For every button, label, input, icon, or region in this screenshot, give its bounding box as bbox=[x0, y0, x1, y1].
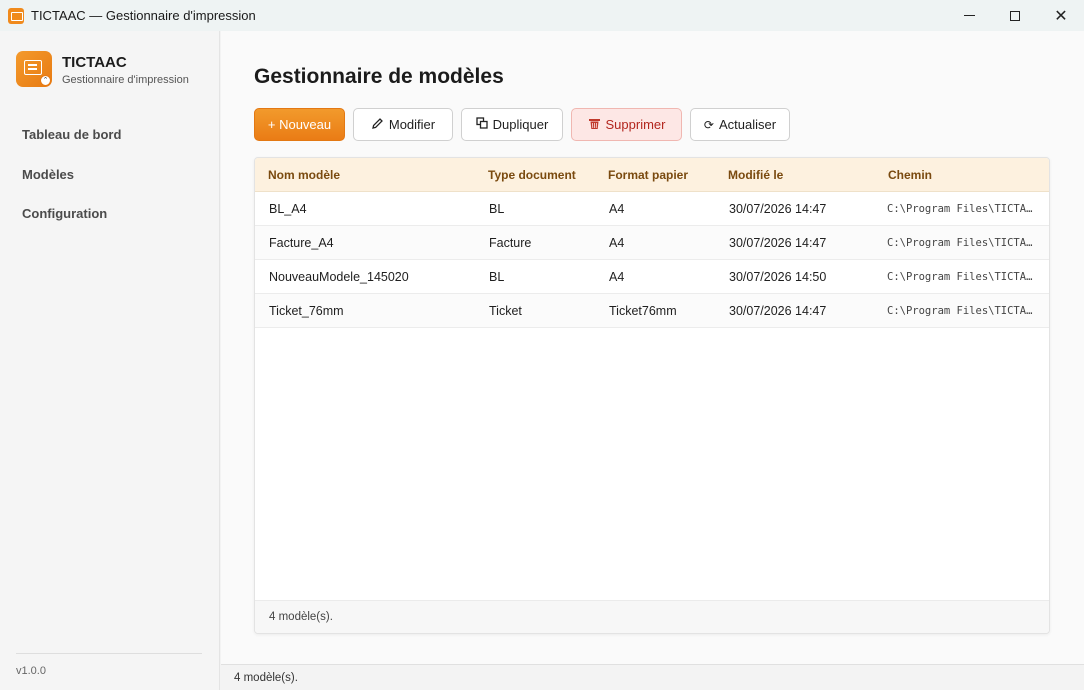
close-button[interactable]: ✕ bbox=[1038, 0, 1084, 31]
badge-icon: ⌃ bbox=[40, 75, 51, 86]
pencil-icon bbox=[371, 117, 384, 133]
main-content: Gestionnaire de modèles + Nouveau Modifi… bbox=[221, 31, 1084, 664]
table-body: BL_A4 BL A4 30/07/2026 14:47 C:\Program … bbox=[255, 192, 1049, 328]
status-bar: 4 modèle(s). bbox=[221, 664, 1084, 690]
title-bar: TICTAAC — Gestionnaire d'impression ✕ bbox=[0, 0, 1084, 31]
document-icon bbox=[24, 60, 42, 75]
sidebar: ⌃ TICTAAC Gestionnaire d'impression Tabl… bbox=[0, 31, 220, 690]
cell-format: A4 bbox=[609, 235, 625, 250]
window-title: TICTAAC — Gestionnaire d'impression bbox=[31, 8, 256, 23]
new-button[interactable]: + Nouveau bbox=[254, 108, 345, 141]
cell-format: A4 bbox=[609, 269, 625, 284]
cell-modified: 30/07/2026 14:47 bbox=[729, 303, 827, 318]
minimize-icon bbox=[963, 15, 975, 16]
templates-table: Nom modèle Type document Format papier M… bbox=[254, 157, 1050, 634]
cell-path: C:\Program Files\TICTA… bbox=[887, 270, 1033, 283]
edit-button[interactable]: Modifier bbox=[353, 108, 453, 141]
edit-button-label: Modifier bbox=[388, 117, 436, 132]
refresh-button[interactable]: ⟳ Actualiser bbox=[690, 108, 790, 141]
sidebar-nav: Tableau de bord Modèles Configuration bbox=[22, 125, 121, 244]
brand-logo-icon: ⌃ bbox=[16, 51, 52, 87]
column-header-type[interactable]: Type document bbox=[488, 168, 598, 182]
column-header-path[interactable]: Chemin bbox=[888, 168, 1036, 182]
duplicate-button-label: Dupliquer bbox=[492, 117, 549, 132]
delete-button-label: Supprimer bbox=[605, 117, 666, 132]
cell-path: C:\Program Files\TICTA… bbox=[887, 304, 1033, 317]
cell-type: Ticket bbox=[489, 303, 522, 318]
table-footer-count: 4 modèle(s). bbox=[255, 600, 1049, 633]
trash-icon bbox=[588, 117, 601, 133]
sidebar-item-templates[interactable]: Modèles bbox=[22, 165, 121, 185]
cell-name: Ticket_76mm bbox=[269, 303, 344, 318]
duplicate-button[interactable]: Dupliquer bbox=[461, 108, 563, 141]
cell-path: C:\Program Files\TICTA… bbox=[887, 236, 1033, 249]
cell-name: NouveauModele_145020 bbox=[269, 269, 409, 284]
cell-type: Facture bbox=[489, 235, 532, 250]
version-label: v1.0.0 bbox=[16, 665, 46, 677]
cell-path: C:\Program Files\TICTA… bbox=[887, 202, 1033, 215]
close-icon: ✕ bbox=[1054, 7, 1068, 25]
cell-type: BL bbox=[489, 201, 505, 216]
duplicate-icon bbox=[476, 117, 488, 132]
maximize-icon bbox=[1010, 10, 1020, 21]
minimize-button[interactable] bbox=[946, 0, 992, 31]
app-icon bbox=[8, 7, 24, 24]
sidebar-divider bbox=[16, 653, 202, 654]
refresh-button-label: Actualiser bbox=[718, 117, 777, 132]
cell-modified: 30/07/2026 14:47 bbox=[729, 235, 827, 250]
cell-name: BL_A4 bbox=[269, 201, 307, 216]
page-title: Gestionnaire de modèles bbox=[254, 65, 504, 88]
cell-format: A4 bbox=[609, 201, 625, 216]
cell-modified: 30/07/2026 14:47 bbox=[729, 201, 827, 216]
sidebar-item-dashboard[interactable]: Tableau de bord bbox=[22, 125, 121, 145]
table-header: Nom modèle Type document Format papier M… bbox=[255, 158, 1049, 192]
delete-button[interactable]: Supprimer bbox=[571, 108, 682, 141]
brand: ⌃ TICTAAC Gestionnaire d'impression bbox=[16, 51, 189, 87]
column-header-format[interactable]: Format papier bbox=[608, 168, 718, 182]
window-controls: ✕ bbox=[946, 0, 1084, 31]
status-text: 4 modèle(s). bbox=[234, 671, 298, 684]
cell-modified: 30/07/2026 14:50 bbox=[729, 269, 827, 284]
cell-type: BL bbox=[489, 269, 505, 284]
table-row[interactable]: NouveauModele_145020 BL A4 30/07/2026 14… bbox=[255, 260, 1049, 294]
column-header-name[interactable]: Nom modèle bbox=[268, 168, 478, 182]
table-row[interactable]: BL_A4 BL A4 30/07/2026 14:47 C:\Program … bbox=[255, 192, 1049, 226]
new-button-label: + Nouveau bbox=[267, 117, 332, 132]
column-header-modified[interactable]: Modifié le bbox=[728, 168, 878, 182]
table-row[interactable]: Ticket_76mm Ticket Ticket76mm 30/07/2026… bbox=[255, 294, 1049, 328]
brand-name: TICTAAC bbox=[62, 54, 127, 71]
cell-format: Ticket76mm bbox=[609, 303, 677, 318]
toolbar: + Nouveau Modifier Dupliquer Supprimer ⟳… bbox=[254, 108, 798, 141]
brand-subtitle: Gestionnaire d'impression bbox=[62, 74, 189, 86]
refresh-icon: ⟳ bbox=[703, 117, 714, 132]
maximize-button[interactable] bbox=[992, 0, 1038, 31]
table-row[interactable]: Facture_A4 Facture A4 30/07/2026 14:47 C… bbox=[255, 226, 1049, 260]
cell-name: Facture_A4 bbox=[269, 235, 334, 250]
sidebar-item-configuration[interactable]: Configuration bbox=[22, 204, 121, 224]
